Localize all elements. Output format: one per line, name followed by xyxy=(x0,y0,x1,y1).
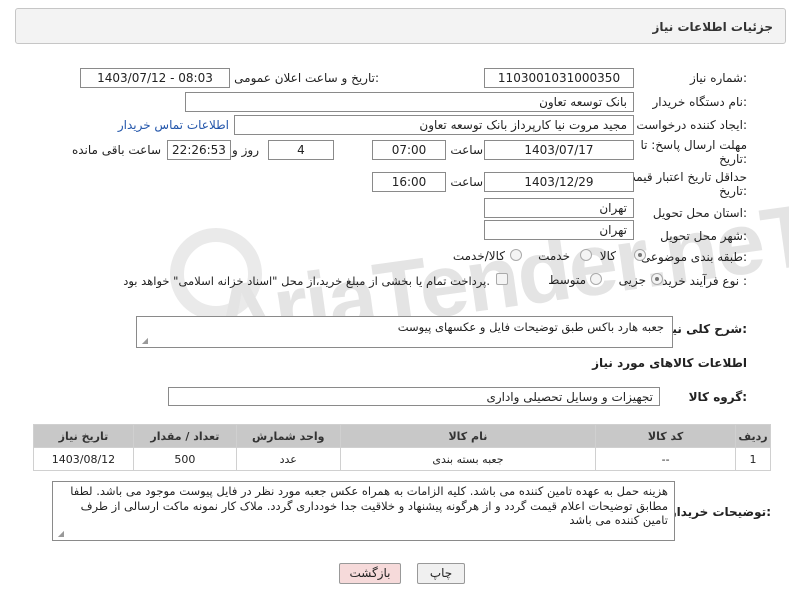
city-label: شهر محل تحویل: xyxy=(660,229,747,243)
treasury-note: پرداخت تمام یا بخشی از مبلغ خرید،از محل … xyxy=(123,274,490,288)
province-field: تهران xyxy=(484,198,634,218)
category-radio-goods[interactable] xyxy=(634,249,646,261)
category-radio-service[interactable] xyxy=(580,249,592,261)
col-need-date: تاریخ نیاز xyxy=(33,424,134,448)
reply-date-field: 1403/07/17 xyxy=(484,140,634,160)
goods-group-label: گروه کالا: xyxy=(688,390,747,404)
table-header-row: تاریخ نیاز تعداد / مقدار واحد شمارش نام … xyxy=(33,424,772,448)
buyer-notes-textarea[interactable]: هزینه حمل به عهده تامین کننده می باشد. ک… xyxy=(52,481,675,541)
cell-item-name: جعبه بسته بندی xyxy=(339,447,597,471)
page-header: جزئیات اطلاعات نیاز xyxy=(15,8,786,44)
treasury-checkbox[interactable] xyxy=(496,273,508,285)
remaining-label: ساعت باقی مانده xyxy=(71,143,161,157)
category-label: طبقه بندی موضوعی: xyxy=(640,250,747,264)
days-and-label: روز و xyxy=(232,143,259,157)
print-button[interactable]: چاپ xyxy=(417,563,465,584)
buyer-org-label: نام دستگاه خریدار: xyxy=(652,95,748,109)
purchase-option-minor: جزیی xyxy=(618,273,646,287)
reply-days-field: 4 xyxy=(268,140,334,160)
remaining-time-field: 22:26:53 xyxy=(167,140,231,160)
cell-unit: عدد xyxy=(235,447,341,471)
buyer-notes-label: توضیحات خریدار: xyxy=(669,505,771,519)
col-unit: واحد شمارش xyxy=(235,424,341,448)
items-table: تاریخ نیاز تعداد / مقدار واحد شمارش نام … xyxy=(33,424,772,471)
announce-datetime-label: تاریخ و ساعت اعلان عمومی: xyxy=(234,71,379,85)
reply-time-field: 07:00 xyxy=(372,140,446,160)
purchase-radio-medium[interactable] xyxy=(590,273,602,285)
back-button[interactable]: بازگشت xyxy=(339,563,401,584)
validity-date-field: 1403/12/29 xyxy=(484,172,634,192)
reply-hour-label: ساعت xyxy=(450,143,483,157)
announce-datetime-field: 1403/07/12 - 08:03 xyxy=(80,68,230,88)
purchase-option-medium: متوسط xyxy=(548,273,586,287)
requester-label: ایجاد کننده درخواست: xyxy=(636,118,747,132)
col-quantity: تعداد / مقدار xyxy=(132,424,237,448)
province-label: استان محل تحویل: xyxy=(652,206,747,220)
overall-desc-text: جعبه هارد باکس طبق توضیحات فایل و عکسهای… xyxy=(397,320,664,334)
col-item-name: نام کالا xyxy=(339,424,597,448)
page-title: جزئیات اطلاعات نیاز xyxy=(652,20,773,34)
price-validity-label-date: تاریخ: xyxy=(719,184,747,198)
category-option-service: خدمت xyxy=(538,249,570,263)
category-option-goods: کالا xyxy=(599,249,616,263)
reply-deadline-label-date: تاریخ: xyxy=(719,152,747,166)
contact-info-link[interactable]: اطلاعات تماس خریدار xyxy=(118,118,229,132)
purchase-type-label: نوع فرآیند خرید : xyxy=(662,274,747,288)
cell-quantity: 500 xyxy=(132,447,237,471)
city-field: تهران xyxy=(484,220,634,240)
category-option-both: کالا/خدمت xyxy=(452,249,505,263)
purchase-radio-minor[interactable] xyxy=(651,273,663,285)
need-number-field: 1103001031000350 xyxy=(484,68,634,88)
resize-grip-icon: ◢ xyxy=(141,336,148,345)
validity-time-field: 16:00 xyxy=(372,172,446,192)
buyer-org-field: بانک توسعه تعاون xyxy=(185,92,634,112)
overall-desc-label: شرح کلی نیاز: xyxy=(661,322,747,336)
overall-desc-textarea[interactable]: جعبه هارد باکس طبق توضیحات فایل و عکسهای… xyxy=(136,316,673,348)
col-item-code: کد کالا xyxy=(595,424,736,448)
col-row: ردیف xyxy=(734,424,772,448)
validity-hour-label: ساعت xyxy=(450,175,483,189)
category-radio-both[interactable] xyxy=(510,249,522,261)
need-number-label: شماره نیاز: xyxy=(689,71,747,85)
reply-deadline-label: مهلت ارسال پاسخ: تا xyxy=(640,138,747,152)
table-row: 1403/08/12 500 عدد جعبه بسته بندی -- 1 xyxy=(33,447,772,471)
goods-group-field: تجهیزات و وسایل تحصیلی واداری xyxy=(168,387,660,406)
resize-grip-icon: ◢ xyxy=(57,529,64,538)
goods-info-title: اطلاعات کالاهای مورد نیاز xyxy=(592,356,747,370)
cell-need-date: 1403/08/12 xyxy=(33,447,134,471)
cell-item-code: -- xyxy=(595,447,736,471)
buyer-notes-text: هزینه حمل به عهده تامین کننده می باشد. ک… xyxy=(70,484,668,527)
cell-row: 1 xyxy=(734,447,772,471)
requester-field: مجید مروت نیا کارپرداز بانک توسعه تعاون xyxy=(234,115,634,135)
